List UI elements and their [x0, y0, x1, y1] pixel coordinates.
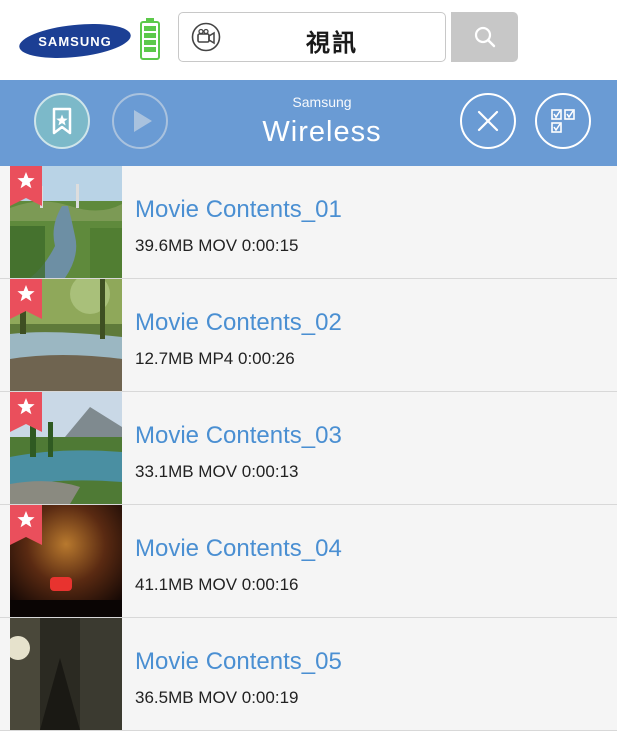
star-flag-icon [10, 505, 42, 545]
star-flag-icon [10, 392, 42, 432]
battery-icon [140, 18, 160, 60]
video-title: Movie Contents_02 [135, 309, 342, 336]
search-query-text: 視訊 [306, 29, 358, 57]
video-meta: 41.1MB MOV 0:00:16 [135, 575, 299, 594]
video-meta: 33.1MB MOV 0:00:13 [135, 462, 299, 481]
video-title: Movie Contents_03 [135, 422, 342, 449]
header-bar: Samsung Wireless [0, 80, 617, 166]
select-button[interactable] [535, 93, 591, 149]
list-item[interactable]: Movie Contents_04 41.1MB MOV 0:00:16 [0, 505, 617, 618]
search-button[interactable] [451, 12, 518, 62]
search-input[interactable]: 視訊 [178, 12, 446, 62]
list-item[interactable]: Movie Contents_02 12.7MB MP4 0:00:26 [0, 279, 617, 392]
checklist-icon [551, 109, 575, 133]
close-button[interactable] [460, 93, 516, 149]
video-thumbnail [10, 618, 122, 730]
video-meta: 39.6MB MOV 0:00:15 [135, 236, 299, 255]
play-button[interactable] [112, 93, 168, 149]
video-title: Movie Contents_01 [135, 196, 342, 223]
close-icon [477, 110, 499, 132]
star-flag-icon [10, 166, 42, 206]
video-meta: 12.7MB MP4 0:00:26 [135, 349, 295, 368]
samsung-logo: SAMSUNG [19, 24, 131, 58]
search-icon [474, 26, 496, 48]
bookmark-button[interactable] [34, 93, 90, 149]
video-meta: 36.5MB MOV 0:00:19 [135, 688, 299, 707]
video-title: Movie Contents_04 [135, 535, 342, 562]
list-item[interactable]: Movie Contents_01 39.6MB MOV 0:00:15 [0, 166, 617, 279]
header-title: Wireless [262, 116, 382, 148]
video-camera-icon [191, 22, 221, 52]
play-icon [134, 110, 152, 132]
star-flag-icon [10, 279, 42, 319]
brand-logo-text: SAMSUNG [38, 34, 111, 49]
top-bar: SAMSUNG 視訊 [0, 0, 617, 80]
header-subtitle: Samsung [292, 94, 352, 110]
video-title: Movie Contents_05 [135, 648, 342, 675]
video-list: Movie Contents_01 39.6MB MOV 0:00:15 Mov… [0, 166, 617, 731]
list-item[interactable]: Movie Contents_03 33.1MB MOV 0:00:13 [0, 392, 617, 505]
list-item[interactable]: Movie Contents_05 36.5MB MOV 0:00:19 [0, 618, 617, 731]
bookmark-star-icon [52, 107, 72, 135]
